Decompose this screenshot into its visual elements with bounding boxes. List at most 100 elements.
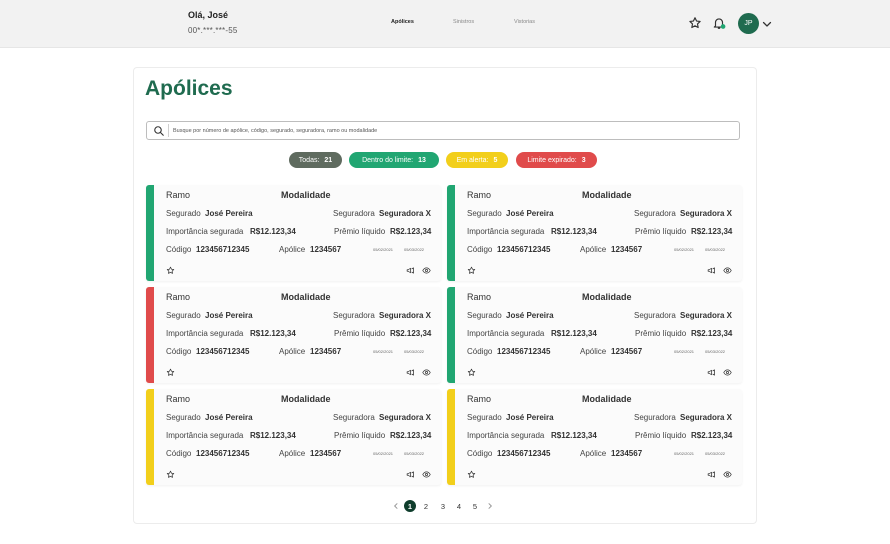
modalidade-value: Modalidade: [281, 292, 331, 302]
segurado-label: Segurado: [166, 413, 201, 422]
top-bar: Olá, José 00*.***.***-55 Apólices Sinist…: [0, 0, 890, 48]
policy-card[interactable]: Ramo Modalidade Segurado José Pereira Segura…: [447, 389, 742, 485]
segurado-value: José Pereira: [506, 311, 554, 320]
bell-icon[interactable]: [712, 16, 726, 30]
star-icon[interactable]: [467, 368, 476, 377]
policy-card[interactable]: Ramo Modalidade Segurado José Pereira Segura…: [447, 185, 742, 281]
eye-icon[interactable]: [723, 266, 732, 275]
segurado-value: José Pereira: [506, 413, 554, 422]
importancia-label: Importância segurada: [467, 227, 545, 236]
importancia-value: R$12.123,34: [250, 227, 296, 236]
importancia-label: Importância segurada: [467, 431, 545, 440]
avatar[interactable]: JP: [738, 13, 759, 34]
megaphone-icon[interactable]: [707, 368, 716, 377]
premio-value: R$2.123,34: [691, 227, 733, 236]
filter-chip-count: 5: [493, 156, 498, 164]
seguradora-label: Seguradora: [333, 209, 375, 218]
filter-chip-count: 13: [418, 156, 426, 164]
search-bar[interactable]: [146, 121, 740, 140]
page-button[interactable]: 3: [437, 500, 449, 512]
filter-chip-todas[interactable]: Todas: 21: [289, 152, 342, 168]
status-bar: [447, 389, 455, 485]
page-button[interactable]: 4: [453, 500, 465, 512]
eye-icon[interactable]: [723, 368, 732, 377]
premio-label: Prêmio líquido: [334, 431, 386, 440]
search-input[interactable]: [173, 124, 733, 137]
search-icon[interactable]: [153, 125, 165, 137]
ramo-label: Ramo: [467, 190, 492, 200]
seguradora-label: Seguradora: [333, 311, 375, 320]
star-icon[interactable]: [166, 266, 175, 275]
star-icon[interactable]: [467, 470, 476, 479]
modalidade-value: Modalidade: [582, 394, 632, 404]
seguradora-value: Seguradora X: [680, 311, 733, 320]
filter-chip-label: Todas:: [298, 156, 320, 164]
codigo-label: Código: [166, 449, 192, 458]
seguradora-value: Seguradora X: [379, 311, 432, 320]
megaphone-icon[interactable]: [406, 368, 415, 377]
star-icon[interactable]: [166, 470, 175, 479]
modalidade-value: Modalidade: [582, 190, 632, 200]
apolice-value: 1234567: [611, 449, 643, 458]
codigo-value: 123456712345: [196, 449, 250, 458]
importancia-label: Importância segurada: [166, 431, 244, 440]
importancia-value: R$12.123,34: [250, 329, 296, 338]
policy-card[interactable]: Ramo Modalidade Segurado José Pereira Segura…: [146, 287, 441, 383]
status-bar: [146, 389, 154, 485]
chevron-right-icon[interactable]: [486, 502, 494, 510]
user-document: 00*.***.***-55: [188, 26, 238, 35]
end-date: 05/03/2022: [404, 451, 425, 456]
filter-chip-dentro-do-limite[interactable]: Dentro do limite: 13: [349, 152, 439, 168]
segurado-label: Segurado: [467, 413, 502, 422]
modalidade-value: Modalidade: [281, 190, 331, 200]
filter-chip-label: Limite expirado:: [527, 156, 577, 164]
nav-item-apolices[interactable]: Apólices: [391, 19, 414, 25]
megaphone-icon[interactable]: [406, 266, 415, 275]
status-bar: [447, 287, 455, 383]
eye-icon[interactable]: [422, 266, 431, 275]
end-date: 05/03/2022: [705, 349, 726, 354]
codigo-label: Código: [467, 449, 493, 458]
apolice-label: Apólice: [580, 449, 607, 458]
filter-chip-em-alerta[interactable]: Em alerta: 5: [446, 152, 508, 168]
status-bar: [146, 287, 154, 383]
megaphone-icon[interactable]: [406, 470, 415, 479]
premio-label: Prêmio líquido: [334, 227, 386, 236]
importancia-label: Importância segurada: [166, 329, 244, 338]
chevron-down-icon[interactable]: [761, 18, 773, 30]
premio-label: Prêmio líquido: [635, 227, 687, 236]
star-icon[interactable]: [166, 368, 175, 377]
nav-item-sinistros[interactable]: Sinistros: [453, 19, 474, 25]
page-button[interactable]: 2: [420, 500, 432, 512]
eye-icon[interactable]: [422, 470, 431, 479]
user-greeting: Olá, José 00*.***.***-55: [188, 10, 238, 35]
star-icon[interactable]: [467, 266, 476, 275]
modalidade-value: Modalidade: [582, 292, 632, 302]
policy-card[interactable]: Ramo Modalidade Segurado José Pereira Segura…: [146, 389, 441, 485]
eye-icon[interactable]: [723, 470, 732, 479]
megaphone-icon[interactable]: [707, 470, 716, 479]
apolice-label: Apólice: [580, 245, 607, 254]
policy-card[interactable]: Ramo Modalidade Segurado José Pereira Segura…: [146, 185, 441, 281]
page-button[interactable]: 1: [404, 500, 416, 512]
nav-item-vistorias[interactable]: Vistorias: [514, 19, 535, 25]
policy-card[interactable]: Ramo Modalidade Segurado José Pereira Segura…: [447, 287, 742, 383]
star-icon[interactable]: [688, 16, 702, 30]
premio-value: R$2.123,34: [691, 431, 733, 440]
page-button[interactable]: 5: [469, 500, 481, 512]
seguradora-label: Seguradora: [634, 209, 676, 218]
premio-value: R$2.123,34: [691, 329, 733, 338]
codigo-value: 123456712345: [497, 245, 551, 254]
filter-chip-limite-expirado[interactable]: Limite expirado: 3: [516, 152, 597, 168]
start-date: 05/02/2021: [373, 247, 394, 252]
chevron-left-icon[interactable]: [392, 502, 400, 510]
seguradora-value: Seguradora X: [379, 209, 432, 218]
apolice-label: Apólice: [279, 245, 306, 254]
premio-label: Prêmio líquido: [635, 431, 687, 440]
segurado-value: José Pereira: [205, 413, 253, 422]
ramo-label: Ramo: [166, 190, 191, 200]
eye-icon[interactable]: [422, 368, 431, 377]
filter-chip-label: Dentro do limite:: [362, 156, 414, 164]
ramo-label: Ramo: [166, 394, 191, 404]
megaphone-icon[interactable]: [707, 266, 716, 275]
